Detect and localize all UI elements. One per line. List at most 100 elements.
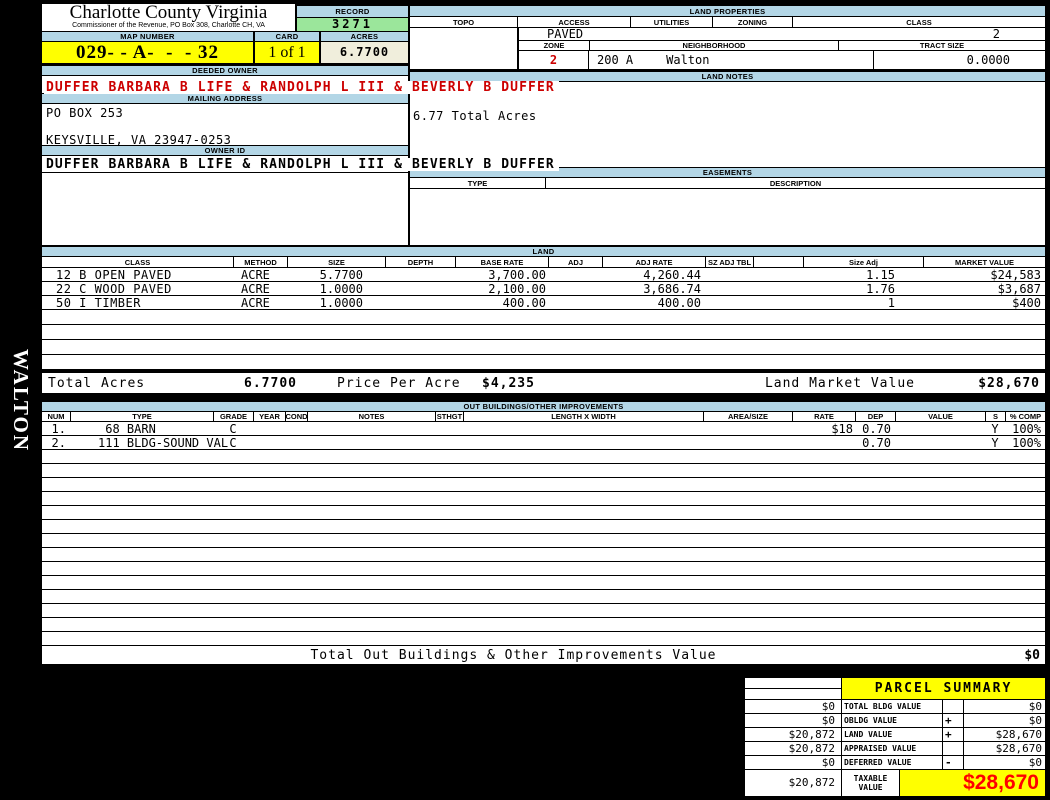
land-size-adj: 1 [887,295,895,310]
access-class-row: PAVED 2 [519,27,1045,41]
ob-comp-header: % COMP [1005,412,1045,421]
parcel-summary: PARCEL SUMMARY $0 TOTAL BLDG VALUE $0 $0… [745,678,1045,797]
ob-value-header: VALUE [895,412,985,421]
ps-left-value: $20,872 [745,728,841,741]
land-properties-column-headers: TOPO ACCESS UTILITIES ZONING CLASS [410,17,1045,27]
ps-taxable-label-line2: VALUE [858,783,883,792]
ob-empty-row [42,464,1045,477]
ps-right-value: $28,670 [964,742,1045,755]
land-adj-rate: 400.00 [657,295,701,310]
county-title: Charlotte County Virginia [69,2,268,23]
district-sidebar: WALTON [0,330,42,470]
ps-left-value: $0 [745,700,841,713]
ob-dep: 0.70 [862,435,891,450]
ob-notes-header: NOTES [307,412,435,421]
land-method-header: METHOD [233,257,287,267]
ob-grade-header: GRADE [213,412,253,421]
land-base-rate: 3,700.00 [488,267,546,282]
out-building-row-1: 1. 68 BARN C $18 0.70 Y 100% [42,421,1045,436]
land-size: 1.0000 [319,295,363,310]
land-row-2: 22 C WOOD PAVED ACRE 1.0000 2,100.00 3,6… [42,281,1045,296]
ob-s-header: S [985,412,1005,421]
land-sz-adj-tbl-header: SZ ADJ TBL [705,257,753,267]
utilities-header: UTILITIES [630,17,712,27]
mailing-line1: PO BOX 253 [46,106,124,120]
card-value: 1 of 1 [255,42,319,63]
out-buildings-total-row: Total Out Buildings & Other Improvements… [42,646,1045,664]
zone-row-headers: ZONE NEIGHBORHOOD TRACT SIZE [519,41,1045,50]
out-building-row-2: 2. 111 BLDG-SOUND VAL C 0.70 Y 100% [42,435,1045,450]
owner-empty-box [42,173,408,245]
easement-description-header: DESCRIPTION [545,178,1045,188]
land-size-adj: 1.15 [866,267,895,282]
land-market-value: $3,687 [997,281,1041,296]
land-method: ACRE [241,267,270,282]
record-header: RECORD [297,6,408,17]
ps-taxable-value: $28,670 [900,770,1045,796]
land-market-value-header: MARKET VALUE [923,257,1045,267]
ps-label: TOTAL BLDG VALUE [842,700,942,713]
ob-num: 2. [51,435,66,450]
ob-empty-row [42,534,1045,547]
land-adj-header: ADJ [548,257,602,267]
ob-s: Y [991,421,999,436]
access-header: ACCESS [517,17,630,27]
ps-op [943,700,963,713]
ob-rate-header: RATE [792,412,855,421]
ob-grade: C [229,435,237,450]
ob-num-header: NUM [47,412,65,421]
ps-label: OBLDG VALUE [842,714,942,727]
land-size-adj: 1.76 [866,281,895,296]
owner-id-header: OWNER ID [42,146,408,155]
ps-left-value: $0 [745,756,841,769]
ob-empty-row [42,590,1045,603]
ob-empty-row [42,548,1045,561]
land-empty-row [42,340,1045,354]
ps-header-left-top [745,678,841,688]
land-base-rate: 400.00 [502,295,546,310]
ps-op: + [943,714,963,727]
land-properties-header: LAND PROPERTIES [410,6,1045,16]
mailing-address-box: PO BOX 253 KEYSVILLE, VA 23947-0253 [42,104,408,147]
mailing-line2: KEYSVILLE, VA 23947-0253 [46,133,232,147]
ob-empty-row [42,632,1045,645]
ob-empty-row [42,450,1045,463]
ob-total-label: Total Out Buildings & Other Improvements… [310,647,717,663]
zone-values-row: 2 200 A Walton 0.0000 [519,51,1045,69]
land-market-value-label: Land Market Value [764,375,915,391]
price-per-acre-label: Price Per Acre [337,375,461,391]
ps-taxable-left-value: $20,872 [745,770,841,796]
land-method: ACRE [241,295,270,310]
land-market-value-total: $28,670 [978,375,1040,391]
ob-empty-row [42,576,1045,589]
ps-op [943,742,963,755]
record-value: 3271 [297,18,408,31]
out-buildings-column-headers: NUM TYPE GRADE YEAR COND NOTES STHGT LEN… [42,412,1045,421]
land-empty-row [42,310,1045,324]
easement-type-header: TYPE [467,178,488,188]
land-class: 12 B OPEN PAVED [56,267,172,282]
ob-dep-header: DEP [855,412,895,421]
map-number-header: MAP NUMBER [42,32,253,41]
land-size: 5.7700 [319,267,363,282]
land-size: 1.0000 [319,281,363,296]
ob-comp: 100% [1012,421,1041,436]
land-base-rate: 2,100.00 [488,281,546,296]
class-header: CLASS [792,17,1045,27]
ob-s: Y [991,435,999,450]
ps-right-value: $0 [964,700,1045,713]
ob-empty-row [42,492,1045,505]
land-row-3: 50 I TIMBER ACRE 1.0000 400.00 400.00 1 … [42,295,1045,310]
deeded-owner-value: DUFFER BARBARA B LIFE & RANDOLPH L III &… [44,81,559,94]
deeded-owner-header: DEEDED OWNER [42,66,408,75]
land-row-1: 12 B OPEN PAVED ACRE 5.7700 3,700.00 4,2… [42,267,1045,282]
ob-empty-row [42,478,1045,491]
ps-header-left-bottom [745,689,841,699]
land-empty-row [42,355,1045,369]
land-section-header: LAND [42,247,1045,256]
tract-size-header: TRACT SIZE [838,41,1045,50]
out-buildings-section-header: OUT BUILDINGS/OTHER IMPROVEMENTS [42,402,1045,411]
ob-empty-row [42,506,1045,519]
ob-empty-row [42,562,1045,575]
tract-size-value: 0.0000 [873,51,1045,69]
